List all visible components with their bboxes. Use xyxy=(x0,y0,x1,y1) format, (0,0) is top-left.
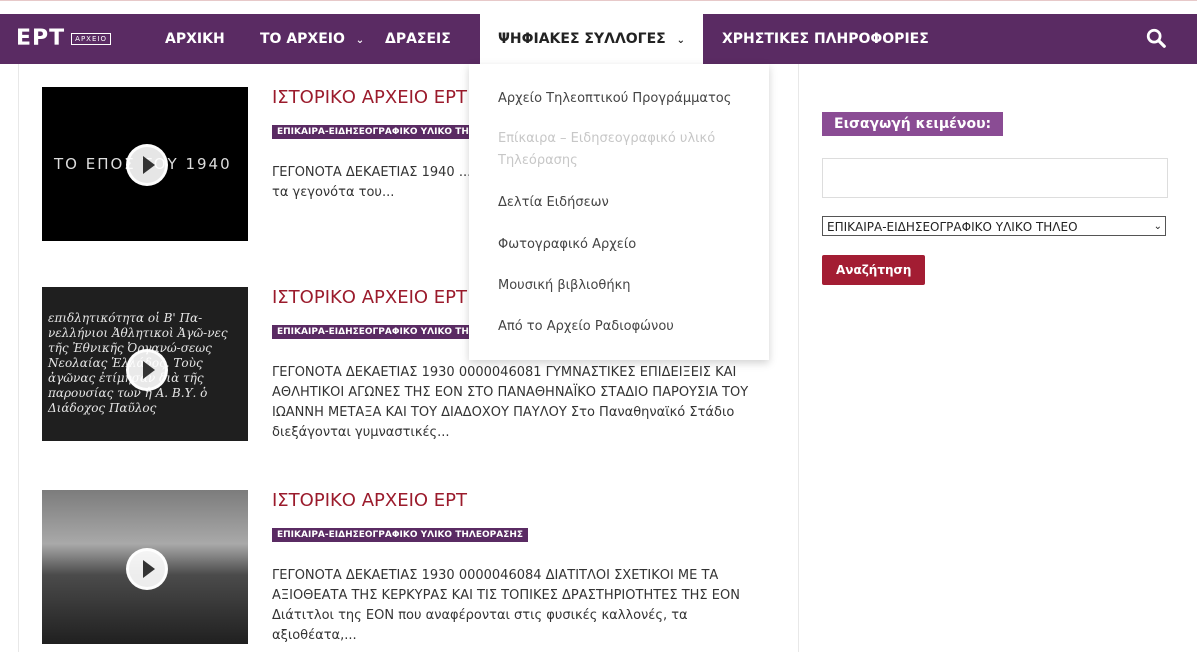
nav-archive[interactable]: ΤΟ ΑΡΧΕΙΟ ⌄ xyxy=(260,14,364,64)
main-navbar: ΕΡΤ ΑΡΧΕΙΟ ΑΡΧΙΚΗ ΤΟ ΑΡΧΕΙΟ ⌄ ΔΡΑΣΕΙΣ ΨΗ… xyxy=(0,14,1197,64)
nav-user-info[interactable]: ΧΡΗΣΤΙΚΕΣ ΠΛΗΡΟΦΟΡΙΕΣ xyxy=(722,14,929,64)
dropdown-item-tv-program[interactable]: Αρχείο Τηλεοπτικού Προγράμματος xyxy=(498,88,753,110)
chevron-down-icon: ⌄ xyxy=(355,35,365,46)
chevron-down-icon: ⌄ xyxy=(676,35,685,46)
nav-actions-label: ΔΡΑΣΕΙΣ xyxy=(385,31,451,47)
nav-actions[interactable]: ΔΡΑΣΕΙΣ xyxy=(385,14,451,64)
nav-digital-collections[interactable]: ΨΗΦΙΑΚΕΣ ΣΥΛΛΟΓΕΣ ⌄ xyxy=(480,14,703,64)
search-icon[interactable] xyxy=(1145,27,1167,49)
content-left-border xyxy=(18,64,19,652)
site-logo[interactable]: ΕΡΤ ΑΡΧΕΙΟ xyxy=(16,26,111,51)
article-excerpt: ΓΕΓΟΝΟΤΑ ΔΕΚΑΕΤΙΑΣ 1930 0000046084 ΔΙΑΤΙ… xyxy=(272,568,740,643)
chevron-down-icon: ⌄ xyxy=(1153,221,1162,232)
sidebar-title: Εισαγωγή κειμένου: xyxy=(822,112,1004,136)
top-divider xyxy=(0,0,1197,5)
dropdown-item-music-library[interactable]: Μουσική βιβλιοθήκη xyxy=(498,275,753,297)
video-thumbnail[interactable]: ΤΟ ΕΠΟΣ ΤΟΥ 1940 xyxy=(42,87,248,241)
digital-collections-dropdown: Αρχείο Τηλεοπτικού Προγράμματος Επίκαιρα… xyxy=(469,64,769,360)
dropdown-item-news-bulletins[interactable]: Δελτία Ειδήσεων xyxy=(498,192,753,214)
nav-archive-label: ΤΟ ΑΡΧΕΙΟ xyxy=(260,31,345,47)
nav-home[interactable]: ΑΡΧΙΚΗ xyxy=(165,14,225,64)
dropdown-item-radio-archive[interactable]: Από το Αρχείο Ραδιοφώνου xyxy=(498,316,753,338)
article-title[interactable]: ΙΣΤΟΡΙΚΟ ΑΡΧΕΙΟ ΕΡΤ xyxy=(272,87,467,108)
play-icon[interactable] xyxy=(126,349,168,391)
search-input[interactable] xyxy=(822,158,1168,198)
nav-digital-label: ΨΗΦΙΑΚΕΣ ΣΥΛΛΟΓΕΣ xyxy=(498,31,666,47)
play-icon[interactable] xyxy=(126,548,168,590)
article-excerpt: ΓΕΓΟΝΟΤΑ ΔΕΚΑΕΤΙΑΣ 1930 0000046081 ΓΥΜΝΑ… xyxy=(272,365,749,440)
logo-badge: ΑΡΧΕΙΟ xyxy=(71,32,111,45)
article-title[interactable]: ΙΣΤΟΡΙΚΟ ΑΡΧΕΙΟ ΕΡΤ xyxy=(272,287,467,308)
category-select[interactable]: ΕΠΙΚΑΙΡΑ-ΕΙΔΗΣΕΟΓΡΑΦΙΚΟ ΥΛΙΚΟ ΤΗΛΕΟ ⌄ xyxy=(822,216,1166,236)
category-select-value: ΕΠΙΚΑΙΡΑ-ΕΙΔΗΣΕΟΓΡΑΦΙΚΟ ΥΛΙΚΟ ΤΗΛΕΟ xyxy=(827,220,1078,234)
video-thumbnail[interactable]: επιδλητικότητα οἱ Β' Πα-νελλήνιοι Ἀθλητι… xyxy=(42,287,248,441)
article-title[interactable]: ΙΣΤΟΡΙΚΟ ΑΡΧΕΙΟ ΕΡΤ xyxy=(272,490,467,511)
dropdown-item-photo-archive[interactable]: Φωτογραφικό Αρχείο xyxy=(498,234,753,256)
sidebar-divider xyxy=(798,64,799,652)
video-thumbnail[interactable] xyxy=(42,490,248,644)
category-tag[interactable]: ΕΠΙΚΑΙΡΑ-ΕΙΔΗΣΕΟΓΡΑΦΙΚΟ ΥΛΙΚΟ ΤΗΛΕΟΡΑΣΗΣ xyxy=(272,528,529,542)
search-button[interactable]: Αναζήτηση xyxy=(822,255,926,285)
dropdown-item-news-footage[interactable]: Επίκαιρα – Ειδησεογραφικό υλικό Τηλεόρασ… xyxy=(498,128,753,172)
logo-text: ΕΡΤ xyxy=(16,26,66,51)
play-icon[interactable] xyxy=(126,144,168,186)
nav-info-label: ΧΡΗΣΤΙΚΕΣ ΠΛΗΡΟΦΟΡΙΕΣ xyxy=(722,31,929,47)
nav-home-label: ΑΡΧΙΚΗ xyxy=(165,31,225,47)
